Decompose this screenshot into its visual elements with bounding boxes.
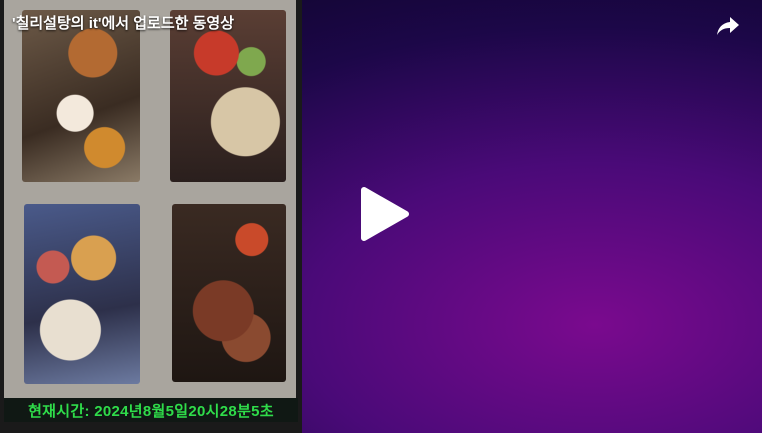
share-arrow-icon[interactable] [716, 14, 740, 38]
video-thumbnail: 현재시간: 2024년8월5일20시28분5초 [0, 0, 302, 433]
video-title[interactable]: '칠리설탕의 it'에서 업로드한 동영상 [12, 12, 234, 33]
steak-photo [172, 204, 286, 382]
food-collage [4, 0, 296, 398]
noodle-dish-photo [170, 10, 286, 182]
play-icon[interactable] [358, 186, 410, 242]
timestamp-bar: 현재시간: 2024년8월5일20시28분5초 [4, 398, 298, 422]
korean-meal-photo [22, 10, 140, 182]
video-player[interactable]: 현재시간: 2024년8월5일20시28분5초 '칠리설탕의 it'에서 업로드… [0, 0, 762, 433]
sashimi-platter-photo [24, 204, 140, 384]
timestamp-text: 현재시간: 2024년8월5일20시28분5초 [28, 402, 274, 420]
